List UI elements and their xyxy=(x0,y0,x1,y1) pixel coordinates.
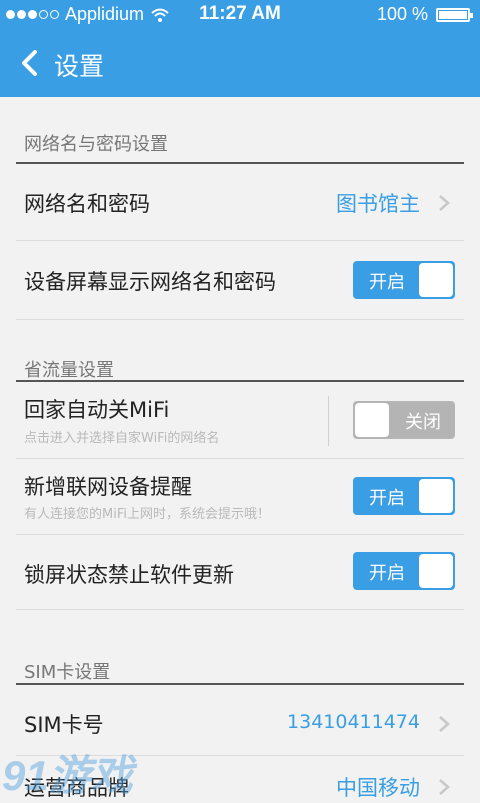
new-device-label: 新增联网设备提醒 xyxy=(24,475,192,499)
auto-off-label: 回家自动关MiFi xyxy=(24,398,170,422)
lock-update-label: 锁屏状态禁止软件更新 xyxy=(24,563,234,587)
toggle-label: 开启 xyxy=(369,488,405,509)
carrier-brand-value: 中国移动 xyxy=(336,776,420,800)
section-title-wifi: 网络名与密码设置 xyxy=(24,134,168,155)
toggle-knob xyxy=(419,554,453,588)
network-name-label: 网络名和密码 xyxy=(24,192,150,216)
sim-number-label: SIM卡号 xyxy=(24,713,104,737)
battery-percent: 100 % xyxy=(376,4,428,24)
network-name-value: 图书馆主 xyxy=(336,192,420,216)
new-device-row: 新增联网设备提醒 有人连接您的MiFi上网时，系统会提示哦！ 开启 xyxy=(16,459,464,534)
toggle-label: 开启 xyxy=(369,272,405,293)
toggle-knob xyxy=(355,403,389,437)
page-title: 设置 xyxy=(54,52,105,81)
toggle-label: 关闭 xyxy=(405,412,441,433)
back-arrow-icon[interactable] xyxy=(18,50,42,76)
watermark-logo: 91游戏 xyxy=(2,752,133,799)
auto-off-sub: 点击进入并选择自家WiFi的网络名 xyxy=(24,431,220,446)
toggle-knob xyxy=(419,263,453,297)
chevron-right-icon xyxy=(439,716,450,732)
row-divider xyxy=(16,609,464,610)
display-credentials-toggle[interactable]: 开启 xyxy=(353,261,455,299)
sim-number-value: 13410411474 xyxy=(287,711,420,733)
nav-bar: 设置 xyxy=(0,30,480,97)
display-credentials-label: 设备屏幕显示网络名和密码 xyxy=(24,270,276,294)
new-device-sub: 有人连接您的MiFi上网时，系统会提示哦！ xyxy=(24,507,270,522)
section-title-sim: SIM卡设置 xyxy=(24,662,111,683)
display-credentials-row: 设备屏幕显示网络名和密码 开启 xyxy=(16,241,464,319)
section-title-traffic: 省流量设置 xyxy=(24,360,114,381)
auto-off-row[interactable]: 回家自动关MiFi 点击进入并选择自家WiFi的网络名 关闭 xyxy=(16,382,464,458)
status-bar: Applidium 11:27 AM 100 % xyxy=(0,0,480,30)
toggle-label: 开启 xyxy=(369,563,405,584)
network-name-row[interactable]: 网络名和密码 图书馆主 xyxy=(16,164,464,240)
new-device-toggle[interactable]: 开启 xyxy=(353,477,455,515)
lock-update-toggle[interactable]: 开启 xyxy=(353,552,455,590)
toggle-knob xyxy=(419,479,453,513)
vertical-separator xyxy=(328,396,329,446)
chevron-right-icon xyxy=(439,779,450,795)
battery-icon xyxy=(436,7,473,22)
row-divider xyxy=(16,319,464,320)
auto-off-toggle[interactable]: 关闭 xyxy=(353,401,455,439)
chevron-right-icon xyxy=(439,195,450,211)
status-right: 100 % xyxy=(376,4,473,25)
lock-update-row: 锁屏状态禁止软件更新 开启 xyxy=(16,535,464,609)
